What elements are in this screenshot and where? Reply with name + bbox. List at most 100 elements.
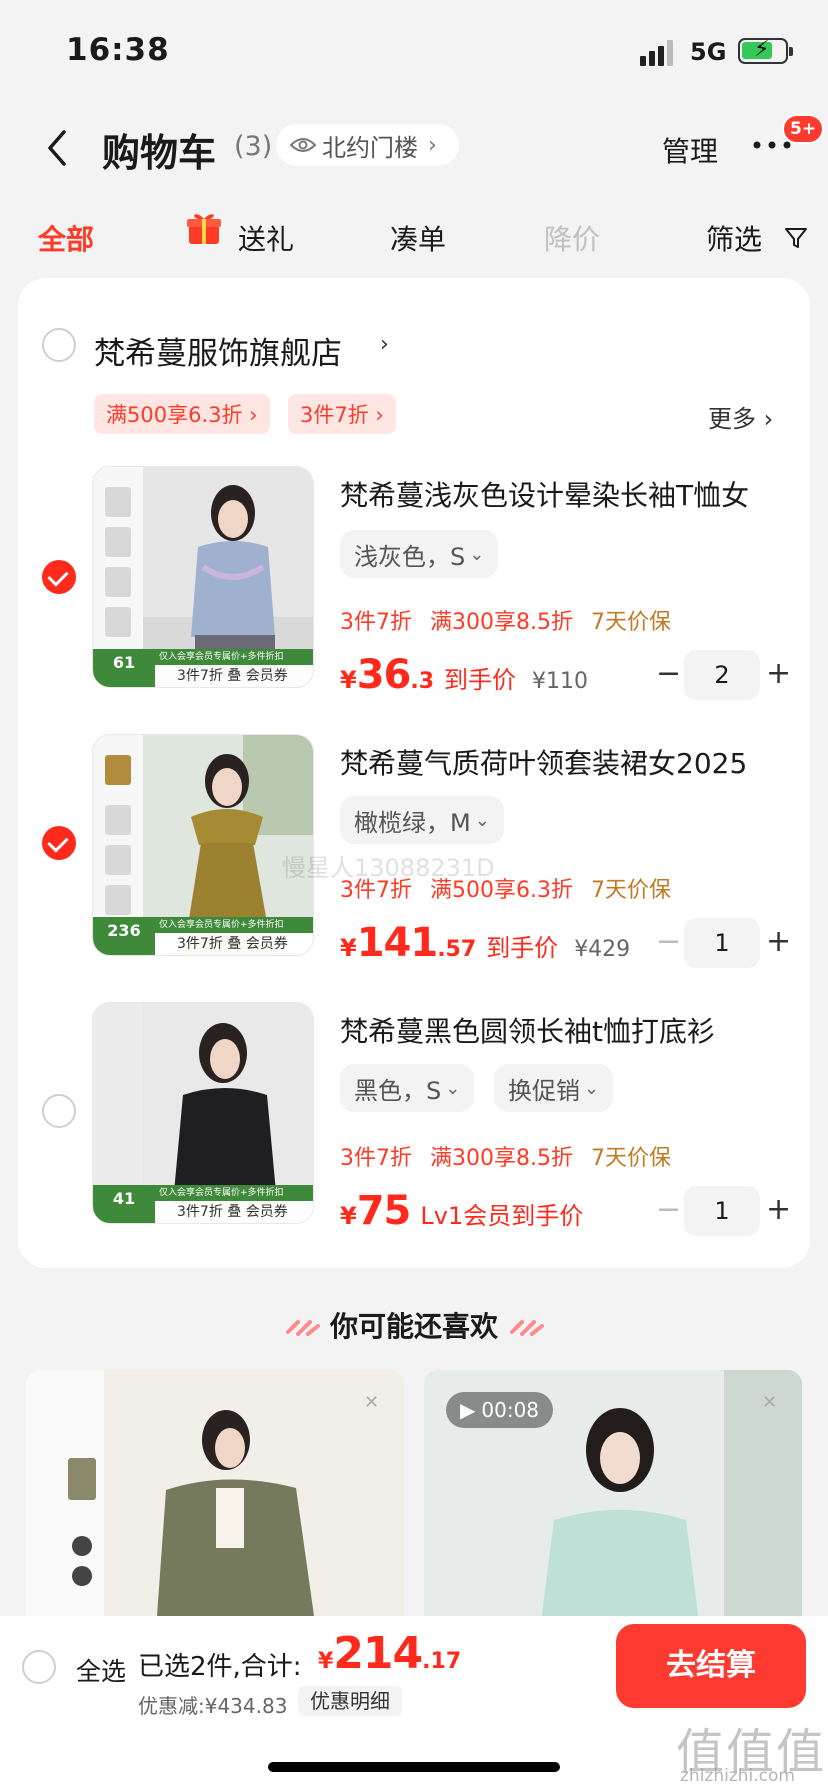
price-integer: 75 xyxy=(356,1188,412,1234)
quantity-increase-button[interactable]: + xyxy=(766,656,791,691)
product-price: ¥75 Lv1会员到手价 xyxy=(340,1188,583,1234)
total-integer: 214 xyxy=(333,1628,423,1679)
tab-filter[interactable]: 筛选 xyxy=(706,218,762,258)
quantity-field[interactable]: 1 xyxy=(684,918,760,968)
store-promo-tag[interactable]: 满500享6.3折 › xyxy=(94,394,270,434)
tab-gift[interactable]: 送礼 xyxy=(238,218,294,258)
cart-count: (3) xyxy=(234,131,273,162)
product-title[interactable]: 梵希蔓气质荷叶领套装裙女2025 xyxy=(340,742,747,782)
tab-bundle[interactable]: 凑单 xyxy=(390,218,446,258)
select-all-label[interactable]: 全选 xyxy=(76,1652,126,1688)
store-promo-tag[interactable]: 3件7折 › xyxy=(288,394,396,434)
change-promo-selector[interactable]: 换促销 ⌄ xyxy=(494,1064,614,1112)
price-guarantee-label: 7天价保 xyxy=(590,610,671,635)
quantity-increase-button[interactable]: + xyxy=(766,924,791,959)
promo-label: 3件7折 xyxy=(340,610,412,635)
recommend-section-title: 你可能还喜欢 xyxy=(0,1305,828,1345)
promo-label: 满300享8.5折 xyxy=(430,610,573,635)
chevron-down-icon: ⌄ xyxy=(445,1077,461,1099)
thumb-tagline: 3件7折 叠 会员券 xyxy=(177,936,288,952)
decoration-icon xyxy=(509,1320,544,1336)
chevron-right-icon[interactable]: › xyxy=(380,332,389,357)
discount-detail-button[interactable]: 优惠明细 xyxy=(298,1686,402,1716)
total-decimal: .17 xyxy=(422,1649,462,1674)
tab-all[interactable]: 全部 xyxy=(38,218,94,258)
quantity-increase-button[interactable]: + xyxy=(766,1192,791,1227)
quantity-field[interactable]: 1 xyxy=(684,1186,760,1236)
quantity-decrease-button[interactable]: − xyxy=(656,1192,681,1227)
price-label: 到手价 xyxy=(444,666,517,694)
total-currency: ¥ xyxy=(318,1649,334,1674)
thumb-strip-text: 仅入会享会员专属价+多件折扣 xyxy=(155,917,313,933)
close-icon[interactable]: ✕ xyxy=(364,1392,379,1413)
price-currency: ¥ xyxy=(340,934,357,962)
battery-icon: ⚡ xyxy=(738,37,793,64)
video-duration-badge[interactable]: ▶ 00:08 xyxy=(446,1392,554,1428)
sku-selector[interactable]: 浅灰色，S ⌄ xyxy=(340,530,499,578)
checkout-button[interactable]: 去结算 xyxy=(616,1624,806,1708)
chevron-right-icon: › xyxy=(428,132,437,158)
sku-label: 黑色，S xyxy=(354,1076,442,1105)
discount-amount: 优惠减:¥434.83 xyxy=(138,1694,288,1718)
product-promos: 3件7折 满500享6.3折 7天价保 xyxy=(340,872,689,904)
quantity-decrease-button[interactable]: − xyxy=(656,656,681,691)
store-select-checkbox[interactable] xyxy=(42,328,76,362)
thumb-count: 236 xyxy=(93,917,155,955)
price-guarantee-label: 7天价保 xyxy=(590,878,671,903)
thumb-strip-text: 仅入会享会员专属价+多件折扣 xyxy=(155,1185,313,1201)
original-price: ¥110 xyxy=(532,669,589,694)
product-promos: 3件7折 满300享8.5折 7天价保 xyxy=(340,604,689,636)
total-price: ¥214.17 xyxy=(318,1628,461,1679)
back-icon[interactable] xyxy=(44,128,70,168)
more-promos-link[interactable]: 更多 › xyxy=(708,399,773,434)
product-select-checkbox[interactable] xyxy=(42,826,76,860)
thumb-count: 41 xyxy=(93,1185,155,1223)
chevron-down-icon: ⌄ xyxy=(474,809,490,831)
thumb-tagline: 3件7折 叠 会员券 xyxy=(177,1204,288,1220)
chevron-down-icon: ⌄ xyxy=(584,1077,600,1099)
product-thumbnail[interactable]: 仅入会享会员专属价+多件折扣 41 3件7折 叠 会员券 xyxy=(92,1002,314,1224)
location-label: 北约门楼 xyxy=(322,133,418,162)
price-label: 到手价 xyxy=(486,934,559,962)
thumb-strip-text: 仅入会享会员专属价+多件折扣 xyxy=(155,649,313,665)
product-thumbnail[interactable]: 仅入会享会员专属价+多件折扣 236 3件7折 叠 会员券 xyxy=(92,734,314,956)
tab-price-drop[interactable]: 降价 xyxy=(544,218,600,258)
recommended-product-photo xyxy=(26,1370,404,1630)
product-title[interactable]: 梵希蔓黑色圆领长袖t恤打底衫 xyxy=(340,1010,715,1050)
product-price: ¥141.57 到手价 ¥429 xyxy=(340,920,630,966)
select-all-checkbox[interactable] xyxy=(22,1650,56,1684)
quantity-decrease-button[interactable]: − xyxy=(656,924,681,959)
selected-summary: 已选2件,合计: xyxy=(138,1652,302,1682)
store-name[interactable]: 梵希蔓服饰旗舰店 xyxy=(94,328,342,373)
site-url-watermark: zhizhizhi.com xyxy=(680,1766,795,1786)
original-price: ¥429 xyxy=(574,937,631,962)
quantity-field[interactable]: 2 xyxy=(684,650,760,700)
promo-label: 满500享6.3折 xyxy=(430,878,573,903)
promo-label: 3件7折 xyxy=(340,878,412,903)
product-title[interactable]: 梵希蔓浅灰色设计晕染长袖T恤女 xyxy=(340,474,749,514)
recommend-title: 你可能还喜欢 xyxy=(329,1310,498,1343)
product-select-checkbox[interactable] xyxy=(42,1094,76,1128)
price-guarantee-label: 7天价保 xyxy=(590,1146,671,1171)
filter-icon[interactable] xyxy=(784,226,808,250)
sku-label: 浅灰色，S xyxy=(354,542,466,571)
page-title: 购物车 xyxy=(102,131,217,175)
close-icon[interactable]: ✕ xyxy=(762,1392,777,1413)
price-label: Lv1会员到手价 xyxy=(420,1202,584,1230)
manage-button[interactable]: 管理 xyxy=(662,130,718,170)
sku-selector[interactable]: 黑色，S ⌄ xyxy=(340,1064,475,1112)
sku-selector[interactable]: 橄榄绿，M ⌄ xyxy=(340,796,504,844)
home-indicator xyxy=(268,1762,560,1772)
network-label: 5G xyxy=(690,38,727,66)
price-integer: 141 xyxy=(356,920,438,966)
location-selector[interactable]: 北约门楼 › xyxy=(276,124,459,166)
recommended-product-card[interactable] xyxy=(26,1370,404,1630)
change-promo-label: 换促销 xyxy=(508,1076,580,1105)
thumb-tagline: 3件7折 叠 会员券 xyxy=(177,668,288,684)
product-price: ¥36.3 到手价 ¥110 xyxy=(340,652,588,698)
status-time: 16:38 xyxy=(66,32,170,68)
thumb-count: 61 xyxy=(93,649,155,687)
product-select-checkbox[interactable] xyxy=(42,560,76,594)
product-thumbnail[interactable]: 仅入会享会员专属价+多件折扣 61 3件7折 叠 会员券 xyxy=(92,466,314,688)
price-integer: 36 xyxy=(356,652,412,698)
